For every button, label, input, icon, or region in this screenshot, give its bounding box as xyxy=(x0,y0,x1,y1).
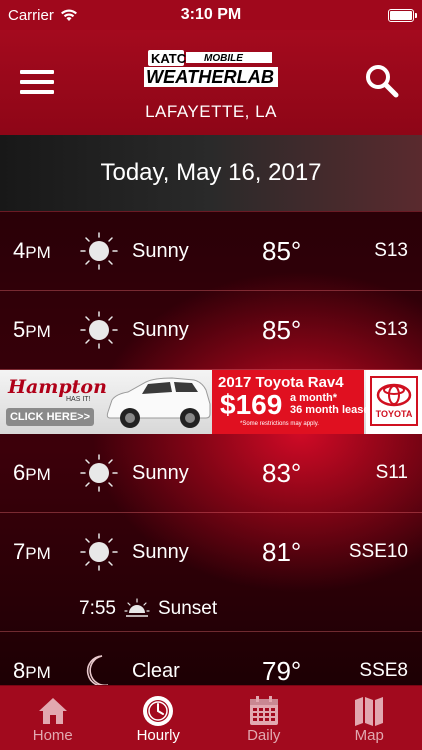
hour-temp: 81° xyxy=(262,537,302,567)
sunset-label: Sunset xyxy=(157,598,218,619)
tab-home[interactable]: Home xyxy=(0,686,106,750)
clock-icon xyxy=(143,696,174,726)
hour-row[interactable]: 7PM Sunny 81° SSE10 7:55 Sunset xyxy=(0,513,422,632)
hour-row[interactable]: 4PM Sunny 85° S13 xyxy=(0,212,422,291)
tab-map-label: Map xyxy=(354,727,384,744)
hour-row[interactable]: 5PM Sunny 85° S13 xyxy=(0,291,422,370)
sun-icon xyxy=(80,533,118,571)
menu-icon xyxy=(20,70,54,74)
hour-row[interactable]: 8PM Clear 79° SSE8 xyxy=(0,632,422,685)
ad-banner[interactable]: Hampton HAS IT! CLICK HERE>> 2017 Toyota… xyxy=(0,370,422,434)
sun-icon xyxy=(80,311,118,349)
sunset-info: 7:55 Sunset xyxy=(79,597,217,621)
sun-icon xyxy=(80,232,118,270)
ad-click-button[interactable]: CLICK HERE>> xyxy=(6,408,94,426)
tab-hourly-label: Hourly xyxy=(136,727,180,744)
carrier-label: Carrier xyxy=(8,6,54,24)
hour-temp: 85° xyxy=(262,236,302,266)
sun-icon xyxy=(80,454,118,492)
hour-condition: Sunny xyxy=(132,541,189,563)
hour-temp: 79° xyxy=(262,656,302,685)
toyota-emblem-icon xyxy=(376,383,412,407)
hour-condition: Clear xyxy=(132,660,180,682)
tab-bar: Home Hourly Daily Map xyxy=(0,685,422,750)
calendar-icon xyxy=(249,696,278,725)
ad-terms: a month* 36 month lease xyxy=(290,392,369,416)
toyota-label: TOYOTA xyxy=(375,409,413,419)
ad-lease: 36 month lease xyxy=(290,404,370,416)
hour-time: 5PM xyxy=(13,317,51,342)
app-header: KATC3 MOBILE WEATHERLAB LAFAYETTE, LA xyxy=(0,30,422,135)
weatherlab-logo: KATC3 MOBILE WEATHERLAB xyxy=(144,50,278,87)
hour-condition: Sunny xyxy=(132,319,189,341)
car-image xyxy=(106,377,211,428)
moon-icon xyxy=(86,655,108,685)
hour-wind: SSE10 xyxy=(348,541,408,562)
hour-wind: SSE8 xyxy=(359,660,408,681)
hour-time: 7PM xyxy=(13,539,51,564)
hour-time: 8PM xyxy=(13,658,51,683)
hour-row[interactable]: 6PM Sunny 83° S11 xyxy=(0,434,422,513)
hour-wind: S13 xyxy=(374,319,408,340)
hour-condition: Sunny xyxy=(132,240,189,262)
battery-icon xyxy=(388,8,417,22)
svg-text:WEATHERLAB: WEATHERLAB xyxy=(146,67,274,87)
hour-time: 4PM xyxy=(13,238,51,263)
hour-temp: 85° xyxy=(262,315,302,345)
ad-month: a month* xyxy=(290,392,338,404)
wifi-icon xyxy=(60,9,77,21)
map-icon xyxy=(355,697,384,726)
hour-wind: S11 xyxy=(375,462,408,483)
tab-home-label: Home xyxy=(32,727,73,744)
tab-map[interactable]: Map xyxy=(317,686,422,750)
hour-wind: S13 xyxy=(374,240,408,261)
ad-brand-sub: HAS IT! xyxy=(66,396,91,403)
hour-condition: Sunny xyxy=(132,462,189,484)
home-icon xyxy=(38,698,67,724)
tab-daily-label: Daily xyxy=(247,727,281,744)
toyota-logo: TOYOTA xyxy=(366,370,422,434)
date-header: Today, May 16, 2017 xyxy=(0,135,422,212)
svg-text:MOBILE: MOBILE xyxy=(204,53,243,64)
carrier-group: Carrier xyxy=(8,7,78,24)
search-icon[interactable] xyxy=(364,63,400,99)
ad-brand: Hampton xyxy=(8,376,107,398)
hour-temp: 83° xyxy=(262,458,302,488)
hourly-list[interactable]: 4PM Sunny 85° S13 5PM Sunny 85° S13 Hamp… xyxy=(0,212,422,685)
status-bar: Carrier 3:10 PM xyxy=(0,0,422,30)
ad-restrictions: *Some restrictions may apply. xyxy=(240,421,319,427)
location-label[interactable]: LAFAYETTE, LA xyxy=(0,102,422,122)
tab-daily[interactable]: Daily xyxy=(211,686,317,750)
tab-hourly[interactable]: Hourly xyxy=(106,686,212,750)
hour-time: 6PM xyxy=(13,460,51,485)
ad-price: $169 xyxy=(220,389,283,420)
sunset-icon xyxy=(124,598,150,617)
menu-button[interactable] xyxy=(20,70,54,94)
sunset-time: 7:55 xyxy=(79,598,116,619)
